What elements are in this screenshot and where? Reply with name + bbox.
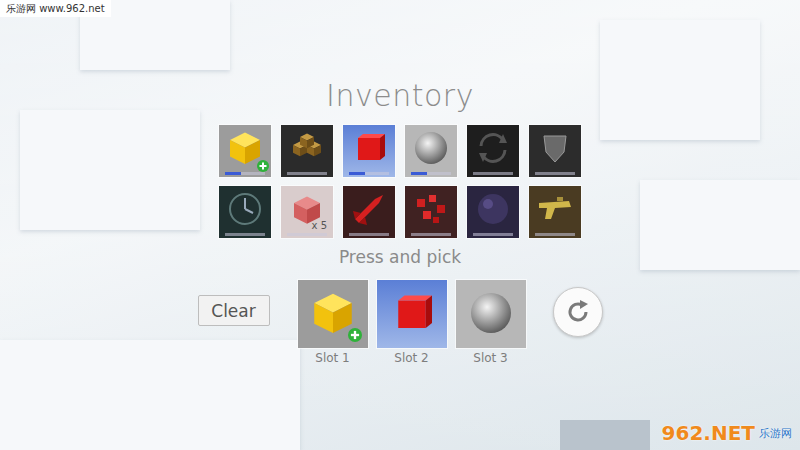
darkorb-icon	[473, 189, 513, 229]
watermark: 乐游网 www.962.net	[0, 0, 111, 17]
slot-box[interactable]	[298, 280, 368, 348]
slot-row: Clear Slot 1 Slot 2 Slot 3	[198, 280, 603, 366]
item-bar	[349, 233, 389, 236]
inventory-item[interactable]: x 5	[281, 186, 333, 238]
game-scene: 乐游网 www.962.net 962.NET 乐游网 Inventory x 5 Pre…	[0, 0, 800, 450]
plus-icon	[348, 328, 362, 342]
slot-label: Slot 2	[394, 351, 428, 366]
item-bar-fill	[225, 172, 241, 175]
inventory-item[interactable]	[219, 125, 271, 177]
shield-icon	[535, 128, 575, 168]
inventory-item[interactable]	[405, 186, 457, 238]
rocket-icon	[349, 189, 389, 229]
inventory-item[interactable]	[405, 125, 457, 177]
redcubes-icon	[411, 189, 451, 229]
hint-label: Press and pick	[339, 247, 461, 268]
slot-box[interactable]	[377, 280, 447, 348]
item-bar	[287, 233, 327, 236]
clear-button[interactable]: Clear	[198, 295, 270, 326]
item-bar	[535, 233, 575, 236]
redcube-icon	[349, 128, 389, 168]
item-bar	[225, 172, 265, 175]
inventory-item[interactable]	[529, 125, 581, 177]
inventory-item[interactable]	[467, 125, 519, 177]
inventory-item[interactable]	[467, 186, 519, 238]
inventory-item[interactable]	[343, 186, 395, 238]
refresh-button[interactable]	[553, 287, 603, 337]
inventory-title: Inventory	[326, 78, 474, 114]
inventory-item[interactable]	[281, 125, 333, 177]
inventory-item[interactable]	[529, 186, 581, 238]
refresh-icon	[563, 297, 593, 327]
item-bar	[411, 172, 451, 175]
inventory-item[interactable]	[343, 125, 395, 177]
recycle-icon	[473, 128, 513, 168]
watermark-logo: 962.NET 乐游网	[662, 422, 792, 444]
item-bar	[473, 172, 513, 175]
slot-label: Slot 1	[315, 351, 349, 366]
inventory-item[interactable]	[219, 186, 271, 238]
plus-icon	[257, 160, 269, 172]
slot-box[interactable]	[456, 280, 526, 348]
slot[interactable]: Slot 2	[377, 280, 447, 366]
slot[interactable]: Slot 1	[298, 280, 368, 366]
inventory-panel: Inventory x 5 Press and pick Clear Slot 1 Slo…	[0, 0, 800, 366]
item-bar	[287, 172, 327, 175]
item-bar	[225, 233, 265, 236]
crates-icon	[287, 128, 327, 168]
item-bar	[411, 233, 451, 236]
inventory-grid: x 5	[219, 125, 581, 238]
sphere-icon	[466, 288, 516, 338]
logo-text: 962.NET	[662, 422, 755, 444]
item-bar	[473, 233, 513, 236]
sphere-icon	[411, 128, 451, 168]
item-bar	[535, 172, 575, 175]
item-bar	[349, 172, 389, 175]
slot[interactable]: Slot 3	[456, 280, 526, 366]
gun-icon	[535, 189, 575, 229]
item-count: x 5	[312, 220, 327, 232]
slot-label: Slot 3	[473, 351, 507, 366]
item-bar-fill	[411, 172, 427, 175]
item-bar-fill	[349, 172, 365, 175]
logo-subtitle: 乐游网	[759, 427, 792, 440]
clock-icon	[225, 189, 265, 229]
redcube-icon	[387, 288, 437, 338]
